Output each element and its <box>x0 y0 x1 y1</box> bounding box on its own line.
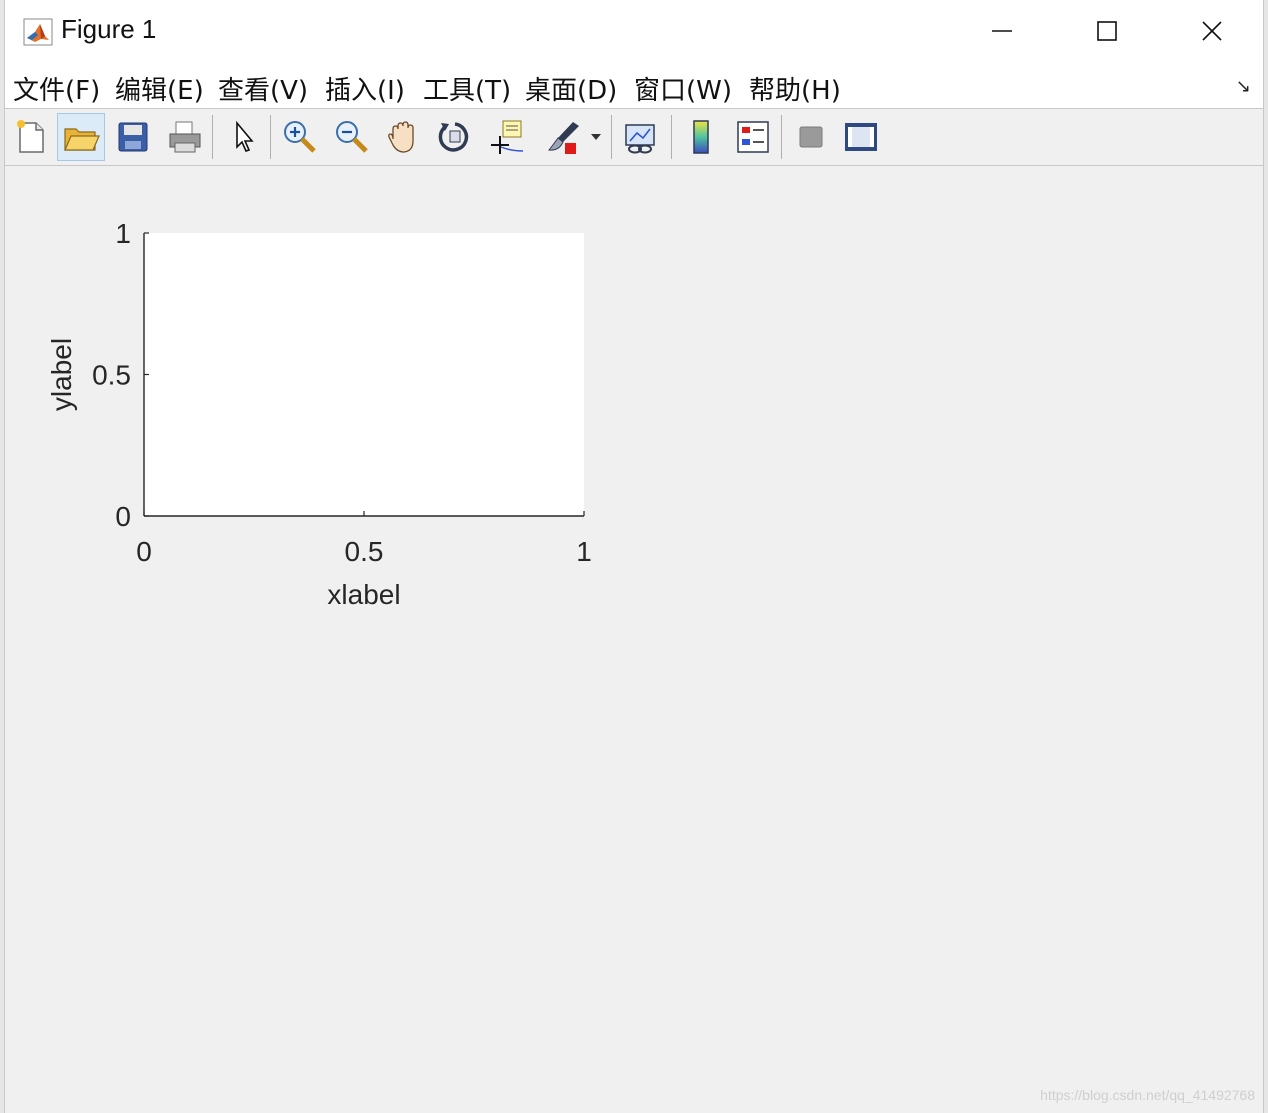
colorbar-icon <box>693 120 709 154</box>
x-tick-label: 0 <box>136 536 152 567</box>
legend-icon <box>737 121 769 153</box>
show-plot-tools-icon <box>845 123 877 151</box>
background-right-edge <box>1264 0 1268 1113</box>
print-icon <box>169 121 201 153</box>
edit-plot-arrow-icon <box>236 120 254 152</box>
menu-file[interactable]: 文件(F) <box>13 70 100 107</box>
toolbar-separator <box>270 115 271 159</box>
brush-dropdown[interactable] <box>587 113 605 161</box>
menu-help[interactable]: 帮助(H) <box>749 70 841 107</box>
print-button[interactable] <box>161 113 209 161</box>
zoom-out-icon <box>336 121 368 153</box>
edit-plot-button[interactable] <box>219 113 267 161</box>
figure-canvas[interactable]: 0 0.5 1 0 0.5 1 xlabel ylabel <box>5 166 1261 726</box>
window-title: Figure 1 <box>61 14 157 44</box>
new-figure-button[interactable] <box>7 113 55 161</box>
figure-toolbar <box>5 108 1263 166</box>
toolbar-separator <box>611 115 612 159</box>
brush-button[interactable] <box>539 113 587 161</box>
y-tick-label: 1 <box>115 218 131 249</box>
menu-bar: 文件(F) 编辑(E) 查看(V) 插入(I) 工具(T) 桌面(D) 窗口(W… <box>5 62 1263 108</box>
x-axis-label: xlabel <box>327 579 400 610</box>
menu-view[interactable]: 查看(V) <box>218 70 308 107</box>
toolbar-separator <box>212 115 213 159</box>
hide-plot-tools-icon <box>799 126 823 148</box>
minimize-icon <box>992 30 1012 32</box>
zoom-out-button[interactable] <box>327 113 375 161</box>
close-icon <box>1202 21 1222 41</box>
open-file-icon <box>64 128 100 151</box>
toolbar-separator <box>671 115 672 159</box>
watermark-text: https://blog.csdn.net/qq_41492768 <box>1040 1087 1255 1103</box>
rotate-3d-icon <box>438 122 469 152</box>
save-button[interactable] <box>109 113 157 161</box>
save-icon <box>118 122 148 152</box>
minimize-button[interactable] <box>949 0 1055 62</box>
data-cursor-icon <box>491 120 524 154</box>
zoom-in-icon <box>284 121 316 153</box>
maximize-icon <box>1097 21 1117 41</box>
y-tick-label: 0 <box>115 501 131 532</box>
maximize-button[interactable] <box>1054 0 1160 62</box>
matlab-logo-icon <box>23 18 53 46</box>
legend-button[interactable] <box>729 113 777 161</box>
hide-plot-tools-button[interactable] <box>787 113 835 161</box>
close-button[interactable] <box>1159 0 1265 62</box>
show-plot-tools-button[interactable] <box>837 113 885 161</box>
colorbar-button[interactable] <box>677 113 725 161</box>
menu-tools[interactable]: 工具(T) <box>423 70 511 107</box>
menu-desktop[interactable]: 桌面(D) <box>525 70 617 107</box>
brush-icon <box>548 122 579 154</box>
menu-edit[interactable]: 编辑(E) <box>115 70 204 107</box>
y-tick-label: 0.5 <box>92 360 131 391</box>
x-tick-label: 0.5 <box>345 536 384 567</box>
axes-area[interactable] <box>144 233 584 516</box>
y-axis-label: ylabel <box>46 338 77 411</box>
new-figure-icon <box>17 120 44 153</box>
figure-window: Figure 1 文件(F) 编辑(E) 查看(V) 插入(I) 工具(T) 桌… <box>4 0 1264 1113</box>
pan-button[interactable] <box>379 113 427 161</box>
menu-window[interactable]: 窗口(W) <box>634 70 732 107</box>
zoom-in-button[interactable] <box>275 113 323 161</box>
chevron-down-icon <box>591 134 601 140</box>
x-tick-label: 1 <box>576 536 592 567</box>
open-file-button[interactable] <box>57 113 105 161</box>
menu-insert[interactable]: 插入(I) <box>325 70 405 107</box>
link-plot-button[interactable] <box>617 113 665 161</box>
link-plot-icon <box>625 124 655 154</box>
toolbar-separator <box>781 115 782 159</box>
dock-arrow-icon[interactable]: ↘ <box>1236 76 1251 97</box>
title-bar[interactable]: Figure 1 <box>5 0 1263 62</box>
data-cursor-button[interactable] <box>483 113 531 161</box>
pan-hand-icon <box>388 121 414 153</box>
rotate-3d-button[interactable] <box>431 113 479 161</box>
